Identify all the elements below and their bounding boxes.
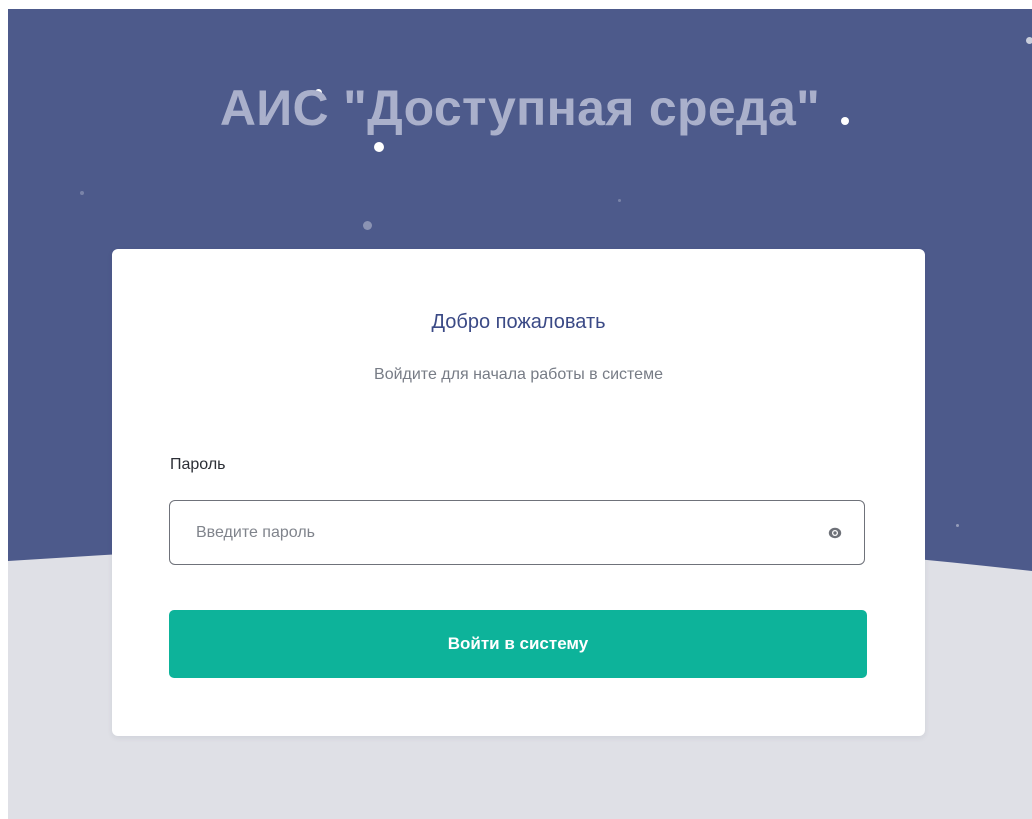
particle-dot: [1026, 37, 1032, 44]
login-button[interactable]: Войти в систему: [169, 610, 867, 678]
login-card: Добро пожаловать Войдите для начала рабо…: [112, 249, 925, 736]
login-page: АИС "Доступная среда" Добро пожаловать В…: [8, 9, 1032, 819]
eye-icon[interactable]: [824, 522, 846, 544]
password-field: [169, 500, 865, 565]
password-input[interactable]: [170, 501, 800, 564]
particle-dot: [80, 191, 84, 195]
particle-dot: [956, 524, 959, 527]
particle-dot: [618, 199, 621, 202]
app-title: АИС "Доступная среда": [219, 80, 821, 136]
login-subtitle: Войдите для начала работы в системе: [374, 366, 663, 383]
password-label: Пароль: [170, 456, 226, 473]
particle-dot: [363, 221, 372, 230]
welcome-heading: Добро пожаловать: [431, 311, 606, 333]
particle-dot: [374, 142, 384, 152]
